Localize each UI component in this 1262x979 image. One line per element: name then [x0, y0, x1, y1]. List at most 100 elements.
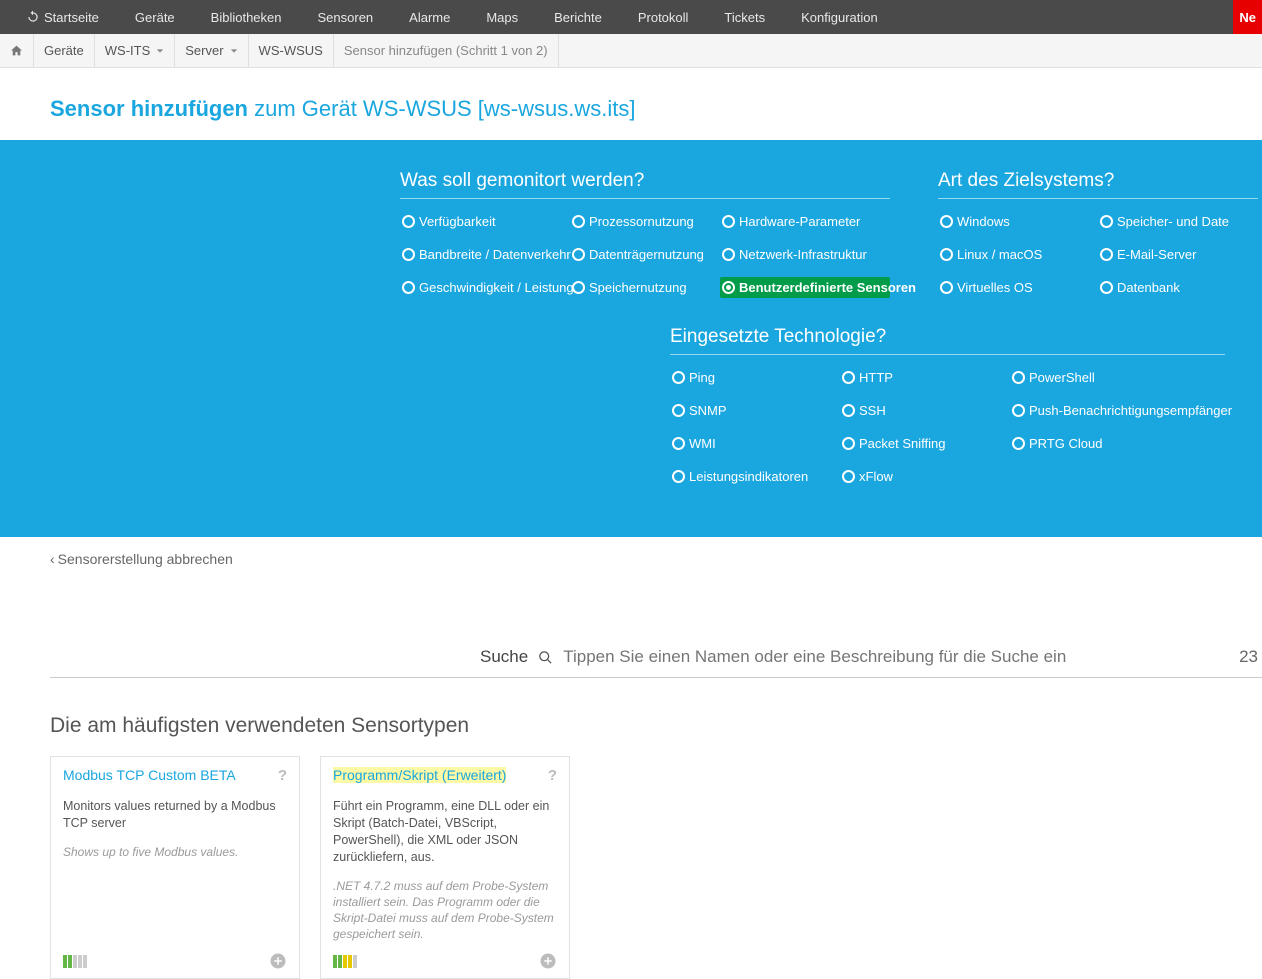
filter-target: Art des Zielsystems? Windows Linux / macO… — [938, 170, 1258, 298]
page-title: Sensor hinzufügen zum Gerät WS-WSUS [ws-… — [50, 96, 1262, 122]
filter-option[interactable]: WMI — [670, 433, 840, 454]
radio-icon — [1012, 437, 1025, 450]
filter-option[interactable]: Bandbreite / Datenverkehr — [400, 244, 570, 265]
card-note: Shows up to five Modbus values. — [63, 844, 287, 860]
filter-option[interactable]: Geschwindigkeit / Leistung — [400, 277, 570, 298]
nav-item[interactable]: Bibliotheken — [193, 10, 300, 25]
filter-option[interactable]: Benutzerdefinierte Sensoren — [720, 277, 890, 298]
radio-icon — [940, 281, 953, 294]
search-icon — [538, 650, 553, 665]
cancel-label: Sensorerstellung abbrechen — [58, 551, 233, 567]
radio-icon — [722, 215, 735, 228]
filter-option[interactable]: Ping — [670, 367, 840, 388]
gauge-icon — [63, 955, 87, 968]
filter-option[interactable]: Packet Sniffing — [840, 433, 1010, 454]
page-title-rest: zum Gerät WS-WSUS [ws-wsus.ws.its] — [254, 96, 635, 121]
filter-option[interactable]: Virtuelles OS — [938, 277, 1098, 298]
search-count: 23 — [1239, 647, 1262, 667]
search-input[interactable] — [563, 643, 1229, 671]
filter-option[interactable]: SSH — [840, 400, 1010, 421]
cancel-link[interactable]: ‹ Sensorerstellung abbrechen — [50, 551, 233, 567]
card-desc: Führt ein Programm, eine DLL oder ein Sk… — [333, 798, 557, 866]
help-icon[interactable]: ? — [278, 767, 287, 784]
breadcrumb-item[interactable]: WS-ITS — [95, 34, 176, 67]
chevron-left-icon: ‹ — [50, 551, 55, 567]
filter-option[interactable]: HTTP — [840, 367, 1010, 388]
filter-target-title: Art des Zielsystems? — [938, 170, 1258, 199]
radio-icon — [842, 437, 855, 450]
new-button[interactable]: Ne — [1233, 0, 1262, 34]
breadcrumb-item[interactable]: Server — [175, 34, 248, 67]
radio-icon — [842, 371, 855, 384]
radio-icon — [842, 470, 855, 483]
sensor-card[interactable]: Modbus TCP Custom BETA?Monitors values r… — [50, 756, 300, 979]
page-title-strong: Sensor hinzufügen — [50, 96, 248, 121]
search-row: Suche 23 — [50, 643, 1262, 678]
filter-option[interactable]: Push-Benachrichtigungsempfänger — [1010, 400, 1230, 421]
radio-icon — [402, 215, 415, 228]
filter-option[interactable]: Datenbank — [1098, 277, 1258, 298]
radio-icon — [672, 371, 685, 384]
filter-option[interactable]: Speichernutzung — [570, 277, 720, 298]
help-icon[interactable]: ? — [548, 767, 557, 784]
filter-option[interactable]: Netzwerk-Infrastruktur — [720, 244, 890, 265]
filter-option[interactable]: Prozessornutzung — [570, 211, 720, 232]
gauge-icon — [333, 955, 357, 968]
nav-item[interactable]: Maps — [468, 10, 536, 25]
radio-icon — [672, 437, 685, 450]
filter-option[interactable]: Leistungsindikatoren — [670, 466, 840, 487]
filter-option[interactable]: Windows — [938, 211, 1098, 232]
radio-icon — [1012, 404, 1025, 417]
add-icon[interactable] — [539, 952, 557, 970]
card-title: Programm/Skript (Erweitert) — [333, 767, 506, 783]
top-nav: Startseite GeräteBibliothekenSensorenAla… — [0, 0, 1262, 34]
card-title: Modbus TCP Custom BETA — [63, 767, 236, 783]
filter-option[interactable]: Hardware-Parameter — [720, 211, 890, 232]
nav-item[interactable]: Sensoren — [300, 10, 392, 25]
add-icon[interactable] — [269, 952, 287, 970]
filter-option[interactable]: PRTG Cloud — [1010, 433, 1230, 454]
search-label: Suche — [480, 647, 528, 667]
radio-icon — [672, 404, 685, 417]
radio-icon — [572, 215, 585, 228]
nav-item[interactable]: Berichte — [536, 10, 620, 25]
radio-icon — [572, 281, 585, 294]
page-content: Sensor hinzufügen zum Gerät WS-WSUS [ws-… — [0, 68, 1262, 122]
filter-option[interactable]: Linux / macOS — [938, 244, 1098, 265]
radio-icon — [672, 470, 685, 483]
filter-option[interactable]: Speicher- und Date — [1098, 211, 1258, 232]
breadcrumb-item[interactable]: Geräte — [34, 34, 95, 67]
breadcrumb-item[interactable]: WS-WSUS — [249, 34, 334, 67]
breadcrumb-home[interactable] — [0, 34, 34, 67]
section-title: Die am häufigsten verwendeten Sensortype… — [50, 714, 1262, 738]
refresh-icon — [26, 10, 40, 24]
sensor-card[interactable]: Programm/Skript (Erweitert)? Führt ein Pr… — [320, 756, 570, 979]
card-note: .NET 4.7.2 muss auf dem Probe-System ins… — [333, 878, 557, 943]
filter-option[interactable]: Datenträgernutzung — [570, 244, 720, 265]
filter-option[interactable]: PowerShell — [1010, 367, 1230, 388]
caret-down-icon — [230, 47, 238, 55]
filter-monitor-title: Was soll gemonitort werden? — [400, 170, 890, 199]
filter-panel: Was soll gemonitort werden? Verfügbarkei… — [0, 140, 1262, 537]
nav-item[interactable]: Protokoll — [620, 10, 707, 25]
filter-tech: Eingesetzte Technologie? PingSNMPWMILeis… — [670, 326, 1262, 487]
radio-icon — [722, 281, 735, 294]
nav-item[interactable]: Tickets — [706, 10, 783, 25]
filter-option[interactable]: E-Mail-Server — [1098, 244, 1258, 265]
filter-monitor: Was soll gemonitort werden? Verfügbarkei… — [400, 170, 890, 298]
nav-item[interactable]: Alarme — [391, 10, 468, 25]
nav-item[interactable]: Konfiguration — [783, 10, 896, 25]
radio-icon — [1100, 248, 1113, 261]
filter-option[interactable]: SNMP — [670, 400, 840, 421]
radio-icon — [572, 248, 585, 261]
radio-icon — [722, 248, 735, 261]
radio-icon — [1100, 281, 1113, 294]
radio-icon — [402, 248, 415, 261]
caret-down-icon — [156, 47, 164, 55]
filter-option[interactable]: Verfügbarkeit — [400, 211, 570, 232]
nav-home[interactable]: Startseite — [8, 10, 117, 25]
radio-icon — [1100, 215, 1113, 228]
sensor-cards: Modbus TCP Custom BETA?Monitors values r… — [50, 756, 1262, 979]
nav-item[interactable]: Geräte — [117, 10, 193, 25]
filter-option[interactable]: xFlow — [840, 466, 1010, 487]
